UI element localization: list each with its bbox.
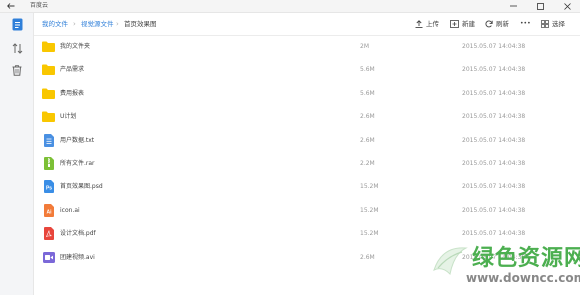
- illustrator-file-icon: Ai: [42, 203, 55, 217]
- trash-icon: [12, 64, 22, 76]
- close-icon[interactable]: [556, 0, 578, 12]
- watermark: 绿色资源网 www.downcc.com: [428, 238, 580, 293]
- file-row[interactable]: 所有文件.rar 2.2M 2015.05.07 14:04:38: [34, 152, 580, 175]
- breadcrumb-visual-source[interactable]: 视觉源文件: [81, 13, 114, 35]
- file-name: 团建视频.avi: [60, 253, 95, 261]
- file-date: 2015.05.07 14:04:38: [462, 66, 526, 74]
- watermark-text: 绿色资源网: [472, 246, 580, 271]
- window-title: 百度云: [30, 2, 49, 9]
- video-file-icon: [42, 251, 55, 264]
- file-size: 5.6M: [360, 66, 375, 74]
- file-size: 15.2M: [360, 230, 379, 238]
- file-size: 2.6M: [360, 113, 375, 121]
- photoshop-file-icon: Ps: [42, 180, 55, 194]
- document-icon: [12, 18, 22, 30]
- watermark-url: www.downcc.com: [466, 271, 580, 285]
- folder-icon: [42, 40, 55, 53]
- file-date: 2015.05.07 14:04:38: [462, 160, 526, 167]
- minimize-icon[interactable]: [502, 0, 524, 12]
- new-folder-icon: [450, 20, 459, 28]
- transfer-arrows-icon: [12, 42, 22, 54]
- file-date: 2015.05.07 14:04:38: [462, 113, 526, 121]
- file-date: 2015.05.07 14:04:38: [462, 43, 526, 50]
- file-name: 费用报表: [60, 89, 85, 97]
- pdf-file-icon: [42, 227, 55, 241]
- file-row[interactable]: U计划 2.6M 2015.05.07 14:04:38: [34, 105, 580, 128]
- file-row[interactable]: Ai icon.ai 15.2M 2015.05.07 14:04:38: [34, 199, 580, 222]
- new-label: 新建: [462, 20, 475, 28]
- file-row[interactable]: Ps 首页效果图.psd 15.2M 2015.05.07 14:04:38: [34, 175, 580, 198]
- chevron-right-icon: ›: [116, 20, 119, 28]
- refresh-icon: [485, 20, 493, 28]
- ai-icon-label: Ai: [46, 209, 52, 215]
- file-name: 产品需求: [60, 66, 85, 74]
- watermark-logo-icon: [433, 247, 468, 276]
- file-name: 首页效果图.psd: [60, 183, 103, 191]
- folder-icon: [42, 110, 55, 123]
- file-row[interactable]: 用户数据.txt 2.6M 2015.05.07 14:04:38: [34, 129, 580, 152]
- file-name: 所有文件.rar: [60, 160, 95, 167]
- file-row[interactable]: 产品需求 5.6M 2015.05.07 14:04:38: [34, 58, 580, 81]
- refresh-button[interactable]: 刷新: [485, 13, 509, 35]
- breadcrumb-my-files[interactable]: 我的文件: [42, 13, 68, 35]
- title-bar: 百度云: [0, 0, 580, 13]
- file-size: 2.6M: [360, 136, 375, 144]
- psd-icon-label: Ps: [45, 186, 51, 192]
- upload-label: 上传: [426, 20, 439, 28]
- maximize-icon[interactable]: [529, 0, 551, 12]
- select-label: 选择: [552, 20, 565, 28]
- file-size: 2.6M: [360, 253, 375, 261]
- select-grid-icon: [541, 20, 549, 28]
- file-date: 2015.05.07 14:04:38: [462, 206, 526, 214]
- sidebar-trash-button[interactable]: [9, 62, 25, 78]
- upload-icon: [415, 20, 423, 28]
- folder-icon: [42, 87, 55, 100]
- sidebar-files-button[interactable]: [9, 16, 25, 32]
- back-arrow-icon[interactable]: [5, 0, 17, 12]
- file-size: 15.2M: [360, 206, 379, 214]
- sidebar: [0, 13, 34, 295]
- new-button[interactable]: 新建: [450, 13, 475, 35]
- file-name: U计划: [60, 113, 77, 121]
- file-name: icon.ai: [60, 206, 80, 214]
- archive-file-icon: [42, 157, 55, 170]
- toolbar: 我的文件 › 视觉源文件 › 首页效果图 上传 新建 刷新 ••• 选择: [34, 13, 580, 36]
- select-button[interactable]: 选择: [541, 13, 565, 35]
- file-date: 2015.05.07 14:04:38: [462, 136, 526, 144]
- file-date: 2015.05.07 14:04:38: [462, 183, 526, 191]
- folder-icon: [42, 63, 55, 76]
- file-name: 用户数据.txt: [60, 136, 95, 144]
- sidebar-transfer-button[interactable]: [9, 40, 25, 56]
- file-size: 2M: [360, 43, 369, 50]
- file-size: 5.6M: [360, 89, 375, 97]
- upload-button[interactable]: 上传: [415, 13, 439, 35]
- breadcrumb-current: 首页效果图: [124, 20, 157, 28]
- file-size: 2.2M: [360, 160, 375, 167]
- text-file-icon: [42, 133, 55, 147]
- file-name: 我的文件夹: [60, 43, 91, 50]
- chevron-right-icon: ›: [73, 20, 76, 28]
- file-name: 设计文档.pdf: [60, 230, 96, 238]
- more-button[interactable]: •••: [520, 13, 531, 35]
- refresh-label: 刷新: [496, 20, 509, 28]
- file-row[interactable]: 费用报表 5.6M 2015.05.07 14:04:38: [34, 82, 580, 105]
- file-size: 15.2M: [360, 183, 379, 191]
- file-date: 2015.05.07 14:04:38: [462, 89, 526, 97]
- file-row[interactable]: 我的文件夹 2M 2015.05.07 14:04:38: [34, 35, 580, 58]
